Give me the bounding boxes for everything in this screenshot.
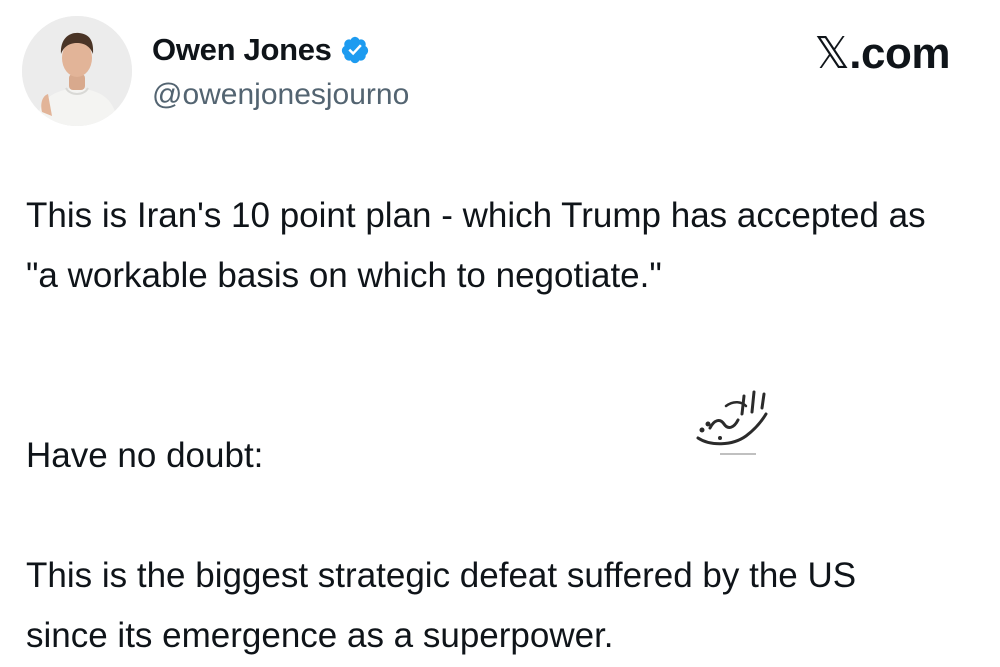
author-handle[interactable]: @owenjonesjourno bbox=[152, 78, 409, 112]
tweet-card: Owen Jones @owenjonesjourno 𝕏.com This i… bbox=[0, 0, 1000, 667]
tweet-paragraph: Have no doubt: bbox=[26, 436, 264, 475]
brand-domain: .com bbox=[849, 29, 950, 78]
brand-label: 𝕏.com bbox=[814, 28, 950, 79]
avatar-photo bbox=[22, 16, 132, 126]
author-name-row: Owen Jones bbox=[152, 30, 370, 70]
author-display-name[interactable]: Owen Jones bbox=[152, 32, 332, 68]
x-logo-icon: 𝕏 bbox=[814, 28, 850, 79]
tweet-paragraph: This is the biggest strategic defeat suf… bbox=[26, 556, 857, 655]
watermark-logo bbox=[680, 384, 790, 464]
tweet-paragraph: This is Iran's 10 point plan - which Tru… bbox=[26, 196, 926, 295]
avatar[interactable] bbox=[22, 16, 132, 126]
verified-badge-icon bbox=[340, 35, 370, 65]
